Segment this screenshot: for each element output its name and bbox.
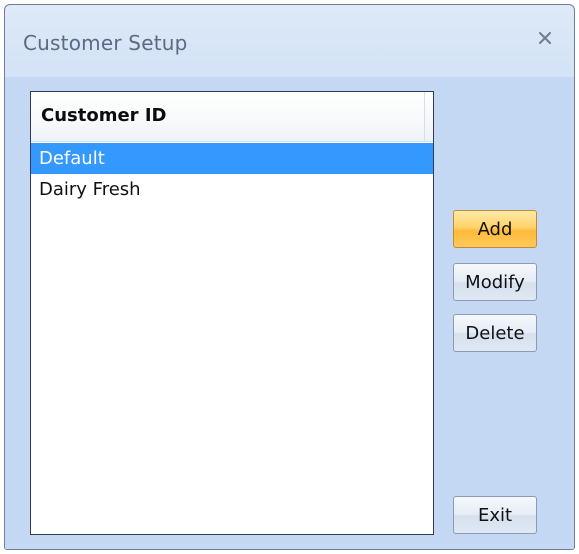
column-header-customer-id[interactable]: Customer ID xyxy=(31,92,425,142)
close-icon xyxy=(539,32,551,44)
dialog-content: Customer ID Default Dairy Fresh Add Modi… xyxy=(5,77,574,549)
window-title: Customer Setup xyxy=(23,31,188,55)
delete-button[interactable]: Delete xyxy=(453,314,537,352)
title-bar[interactable]: Customer Setup xyxy=(5,5,574,77)
column-header-label: Customer ID xyxy=(41,105,167,126)
column-header-filler xyxy=(425,92,433,142)
exit-button[interactable]: Exit xyxy=(453,496,537,534)
list-rows: Default Dairy Fresh xyxy=(31,143,433,205)
customer-list[interactable]: Customer ID Default Dairy Fresh xyxy=(30,91,434,535)
customer-setup-dialog: Customer Setup Customer ID Default Dairy… xyxy=(4,4,575,550)
add-button[interactable]: Add xyxy=(453,210,537,248)
list-item[interactable]: Default xyxy=(31,143,433,174)
list-item[interactable]: Dairy Fresh xyxy=(31,174,433,205)
modify-button[interactable]: Modify xyxy=(453,263,537,301)
close-button[interactable] xyxy=(532,25,558,51)
